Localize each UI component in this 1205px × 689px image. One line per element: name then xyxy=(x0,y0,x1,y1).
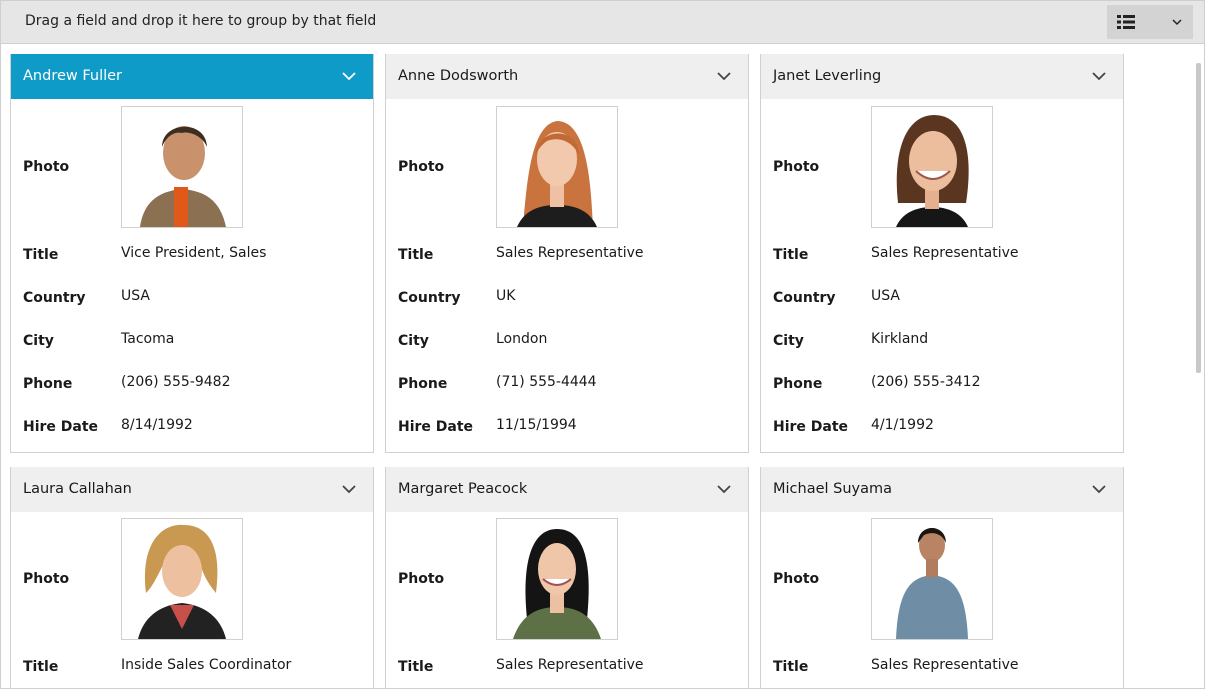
field-value-hire-date: 4/1/1992 xyxy=(871,417,934,433)
field-label-hire-date: Hire Date xyxy=(23,419,99,435)
field-label-photo: Photo xyxy=(398,571,445,587)
field-label-title: Title xyxy=(23,659,59,675)
chevron-down-icon[interactable] xyxy=(717,70,731,82)
field-value-title: Sales Representative xyxy=(871,657,1019,673)
field-label-photo: Photo xyxy=(773,159,820,175)
field-label-title: Title xyxy=(398,659,434,675)
employee-card[interactable]: Laura Callahan Photo Title Inside Sales … xyxy=(10,467,374,688)
field-label-photo: Photo xyxy=(398,159,445,175)
field-label-phone: Phone xyxy=(773,376,823,392)
field-label-country: Country xyxy=(773,290,836,306)
field-label-hire-date: Hire Date xyxy=(398,419,474,435)
field-value-city: Tacoma xyxy=(121,331,175,347)
field-label-photo: Photo xyxy=(773,571,820,587)
field-value-title: Inside Sales Coordinator xyxy=(121,657,292,673)
chevron-down-icon[interactable] xyxy=(342,483,356,495)
employee-name: Laura Callahan xyxy=(23,481,132,497)
chevron-down-icon[interactable] xyxy=(1092,70,1106,82)
card-header[interactable]: Margaret Peacock xyxy=(386,467,748,512)
employee-photo xyxy=(496,106,618,228)
group-drop-area[interactable]: Drag a field and drop it here to group b… xyxy=(1,1,1204,44)
employee-card[interactable]: Janet Leverling Photo Title Sales Repres… xyxy=(760,54,1124,453)
field-label-city: City xyxy=(398,333,429,349)
employee-name: Janet Leverling xyxy=(773,68,882,84)
field-label-phone: Phone xyxy=(23,376,73,392)
field-label-city: City xyxy=(773,333,804,349)
employee-photo xyxy=(121,106,243,228)
field-label-title: Title xyxy=(773,247,809,263)
employee-photo xyxy=(871,106,993,228)
field-value-country: UK xyxy=(496,288,516,304)
field-label-title: Title xyxy=(773,659,809,675)
field-label-city: City xyxy=(23,333,54,349)
list-view-icon xyxy=(1117,15,1135,29)
field-value-phone: (206) 555-9482 xyxy=(121,374,231,390)
field-value-country: USA xyxy=(121,288,150,304)
card-header[interactable]: Janet Leverling xyxy=(761,54,1123,99)
card-header[interactable]: Andrew Fuller xyxy=(11,54,373,99)
chevron-down-icon[interactable] xyxy=(717,483,731,495)
field-value-title: Sales Representative xyxy=(496,657,644,673)
employee-card[interactable]: Anne Dodsworth Photo Title Sales Represe… xyxy=(385,54,749,453)
field-label-country: Country xyxy=(23,290,86,306)
field-value-phone: (206) 555-3412 xyxy=(871,374,981,390)
employee-name: Margaret Peacock xyxy=(398,481,528,497)
employee-card[interactable]: Andrew Fuller Photo Title Vice President… xyxy=(10,54,374,453)
card-header[interactable]: Michael Suyama xyxy=(761,467,1123,512)
employee-card[interactable]: Margaret Peacock Photo Title Sales Repre… xyxy=(385,467,749,688)
chevron-down-icon xyxy=(1172,19,1182,26)
field-value-phone: (71) 555-4444 xyxy=(496,374,597,390)
field-label-photo: Photo xyxy=(23,159,70,175)
field-label-phone: Phone xyxy=(398,376,448,392)
field-value-title: Vice President, Sales xyxy=(121,245,267,261)
view-mode-button[interactable] xyxy=(1107,5,1193,39)
chevron-down-icon[interactable] xyxy=(1092,483,1106,495)
employee-photo xyxy=(121,518,243,640)
field-value-title: Sales Representative xyxy=(496,245,644,261)
field-value-country: USA xyxy=(871,288,900,304)
field-label-title: Title xyxy=(398,247,434,263)
field-value-title: Sales Representative xyxy=(871,245,1019,261)
employee-name: Anne Dodsworth xyxy=(398,68,519,84)
employee-name: Michael Suyama xyxy=(773,481,893,497)
field-value-city: Kirkland xyxy=(871,331,929,347)
employee-name: Andrew Fuller xyxy=(23,68,123,84)
field-label-hire-date: Hire Date xyxy=(773,419,849,435)
card-view-control: Drag a field and drop it here to group b… xyxy=(0,0,1205,689)
field-value-hire-date: 11/15/1994 xyxy=(496,417,577,433)
employee-photo xyxy=(496,518,618,640)
field-value-hire-date: 8/14/1992 xyxy=(121,417,193,433)
employee-card[interactable]: Michael Suyama Photo Title Sales Represe… xyxy=(760,467,1124,688)
field-value-city: London xyxy=(496,331,548,347)
employee-photo xyxy=(871,518,993,640)
chevron-down-icon[interactable] xyxy=(342,70,356,82)
field-label-country: Country xyxy=(398,290,461,306)
group-drop-hint: Drag a field and drop it here to group b… xyxy=(25,13,377,29)
field-label-title: Title xyxy=(23,247,59,263)
card-header[interactable]: Anne Dodsworth xyxy=(386,54,748,99)
field-label-photo: Photo xyxy=(23,571,70,587)
card-header[interactable]: Laura Callahan xyxy=(11,467,373,512)
vertical-scrollbar[interactable] xyxy=(1196,63,1201,373)
